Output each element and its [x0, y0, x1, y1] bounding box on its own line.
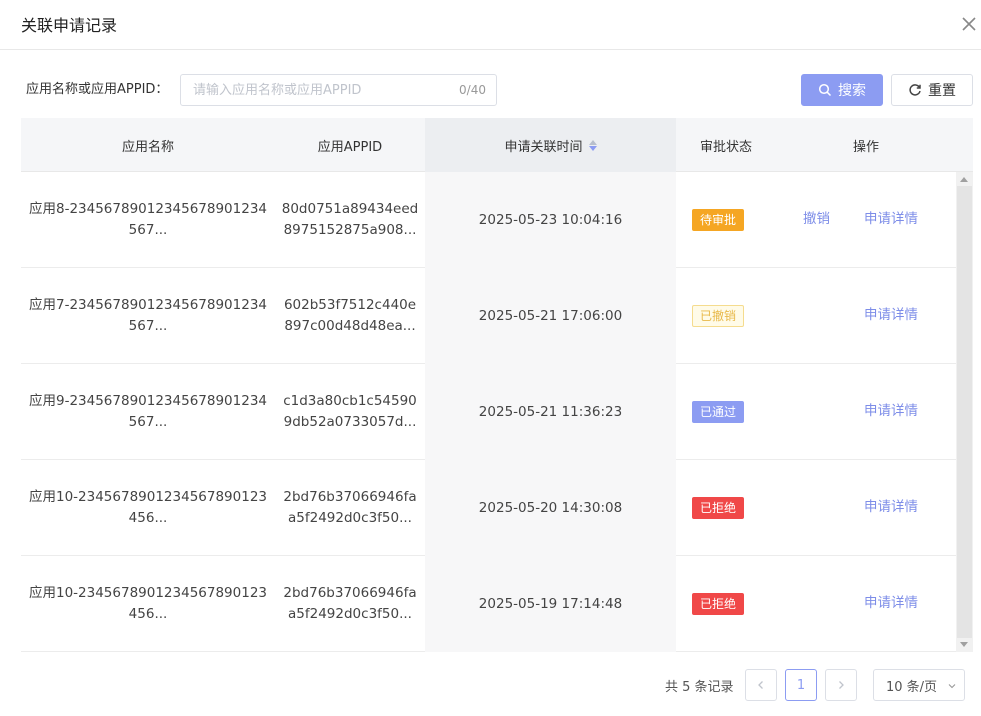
apply-time: 2025-05-23 10:04:16: [425, 172, 676, 268]
status-badge: 待审批: [692, 209, 745, 231]
search-label: 应用名称或应用APPID：: [26, 82, 169, 97]
detail-link[interactable]: 申请详情: [864, 593, 918, 614]
detail-link[interactable]: 申请详情: [864, 497, 918, 518]
app-name: 应用9-23456789012345678901234567...: [28, 393, 267, 430]
column-header-appid: 应用APPID: [317, 139, 383, 155]
reset-button-label: 重置: [928, 83, 956, 99]
table-row: 应用9-23456789012345678901234567... c1d3a8…: [21, 364, 956, 460]
page-size-label: 10 条/页: [886, 679, 938, 695]
vertical-scrollbar[interactable]: [956, 172, 973, 652]
app-appid: c1d3a80cb1c545909db52a0733057d...: [283, 393, 417, 430]
search-icon: [818, 83, 832, 97]
status-badge: 已通过: [692, 401, 745, 423]
table-row: 应用8-23456789012345678901234567... 80d075…: [21, 172, 956, 268]
scroll-up-icon[interactable]: [960, 177, 968, 182]
search-field[interactable]: 0/40: [180, 74, 497, 106]
status-badge: 已撤销: [692, 305, 745, 327]
app-appid: 2bd76b37066946faa5f2492d0c3f50...: [283, 489, 417, 526]
app-name: 应用8-23456789012345678901234567...: [28, 201, 267, 238]
sort-icon[interactable]: [588, 139, 597, 151]
search-button[interactable]: 搜索: [801, 74, 883, 106]
app-appid: 602b53f7512c440e897c00d48d48ea...: [283, 297, 417, 334]
chevron-right-icon: [839, 681, 844, 689]
detail-link[interactable]: 申请详情: [864, 401, 918, 422]
status-badge: 已拒绝: [692, 497, 745, 519]
page-size-select[interactable]: 10 条/页: [873, 669, 965, 701]
column-header-name: 应用名称: [121, 139, 174, 155]
apply-time: 2025-05-19 17:14:48: [425, 556, 676, 652]
chevron-left-icon: [758, 681, 763, 689]
close-icon[interactable]: [958, 13, 980, 35]
column-header-time-label: 申请关联时间: [504, 139, 583, 155]
detail-link[interactable]: 申请详情: [864, 305, 918, 326]
app-name: 应用10-2345678901234567890123456...: [28, 489, 267, 526]
reset-button[interactable]: 重置: [891, 74, 973, 106]
detail-link[interactable]: 申请详情: [864, 209, 918, 230]
prev-page-button[interactable]: [745, 669, 777, 701]
apply-time: 2025-05-20 14:30:08: [425, 460, 676, 556]
app-appid: 2bd76b37066946faa5f2492d0c3f50...: [283, 585, 417, 622]
dialog-title: 关联申请记录: [21, 16, 118, 35]
column-header-status: 审批状态: [699, 139, 752, 155]
apply-time: 2025-05-21 11:36:23: [425, 364, 676, 460]
app-appid: 80d0751a89434eed8975152875a908...: [281, 201, 419, 238]
search-input[interactable]: [181, 75, 451, 105]
column-header-ops: 操作: [852, 139, 879, 155]
char-counter: 0/40: [459, 83, 486, 97]
table-row: 应用10-2345678901234567890123456... 2bd76b…: [21, 556, 956, 652]
next-page-button[interactable]: [825, 669, 857, 701]
table-row: 应用7-23456789012345678901234567... 602b53…: [21, 268, 956, 364]
column-header-time[interactable]: 申请关联时间: [425, 118, 676, 172]
refresh-icon: [909, 84, 921, 96]
revoke-link[interactable]: 撤销: [803, 209, 830, 230]
scroll-down-icon[interactable]: [960, 642, 968, 647]
table-body: 应用8-23456789012345678901234567... 80d075…: [21, 172, 956, 652]
pagination: 共 5 条记录 1 10 条/页: [0, 669, 981, 701]
scrollbar-thumb[interactable]: [957, 186, 972, 638]
page-number[interactable]: 1: [785, 669, 817, 701]
records-table: 应用名称 应用APPID 申请关联时间 审批状态 操作 应用8-23456789…: [21, 118, 973, 653]
total-records: 共 5 条记录: [665, 680, 734, 695]
search-button-label: 搜索: [838, 83, 866, 99]
table-row: 应用10-2345678901234567890123456... 2bd76b…: [21, 460, 956, 556]
status-badge: 已拒绝: [692, 593, 745, 615]
dialog-header: 关联申请记录: [0, 0, 981, 50]
app-name: 应用7-23456789012345678901234567...: [28, 297, 267, 334]
chevron-down-icon: [948, 684, 956, 689]
table-header: 应用名称 应用APPID 申请关联时间 审批状态 操作: [21, 118, 973, 172]
app-name: 应用10-2345678901234567890123456...: [28, 585, 267, 622]
apply-time: 2025-05-21 17:06:00: [425, 268, 676, 364]
